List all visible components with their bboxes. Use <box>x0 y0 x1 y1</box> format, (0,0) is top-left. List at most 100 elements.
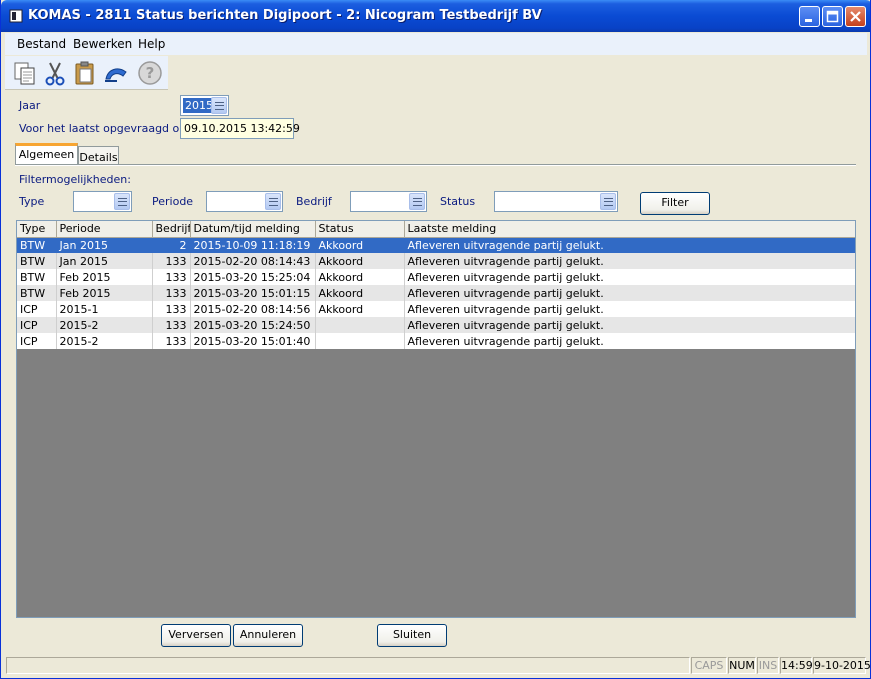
copy-icon <box>14 62 35 85</box>
maximize-icon <box>826 10 839 23</box>
menu-bewerken[interactable]: Bewerken <box>73 37 132 51</box>
paste-icon <box>75 61 94 85</box>
close-icon <box>850 11 861 22</box>
copy-button[interactable] <box>11 59 39 87</box>
cell-laatste-melding: Afleveren uitvragende partij gelukt. <box>404 253 855 269</box>
menu-bar: Bestand Bewerken Help <box>5 33 867 55</box>
filter-bedrijf-dropdown-button[interactable] <box>409 193 425 210</box>
cell-periode: Feb 2015 <box>56 269 153 285</box>
cell-status: Akkoord <box>315 253 405 269</box>
paste-button[interactable] <box>71 59 99 87</box>
table-row[interactable]: ICP 2015-2 133 2015-03-20 15:24:50 Aflev… <box>17 317 855 333</box>
cell-periode: 2015-2 <box>56 317 153 333</box>
minimize-button[interactable] <box>799 6 820 27</box>
table-row[interactable]: BTW Feb 2015 133 2015-03-20 15:25:04 Akk… <box>17 269 855 285</box>
cell-status: Akkoord <box>315 269 405 285</box>
laatst-opgevraagd-value: 09.10.2015 13:42:59 <box>184 122 300 135</box>
title-bar[interactable]: KOMAS - 2811 Status berichten Digipoort … <box>1 0 870 32</box>
cell-laatste-melding: Afleveren uitvragende partij gelukt. <box>404 317 855 333</box>
column-header-bedrijf[interactable]: Bedrijf <box>152 221 191 238</box>
column-header-type[interactable]: Type <box>17 221 57 238</box>
status-bar: CAPS NUM INS 14:59 9-10-2015 <box>5 655 870 675</box>
cell-type: BTW <box>17 269 57 285</box>
cell-laatste-melding: Afleveren uitvragende partij gelukt. <box>404 285 855 301</box>
help-button[interactable]: ? <box>136 59 164 87</box>
jaar-dropdown-button[interactable] <box>211 97 227 114</box>
annuleren-button[interactable]: Annuleren <box>233 624 303 647</box>
cell-periode: Jan 2015 <box>56 253 153 269</box>
filter-status-label: Status <box>440 195 476 208</box>
cut-button[interactable] <box>41 59 69 87</box>
filter-button[interactable]: Filter <box>640 192 710 215</box>
cell-periode: Jan 2015 <box>56 237 153 253</box>
table-row[interactable]: BTW Feb 2015 133 2015-03-20 15:01:15 Akk… <box>17 285 855 301</box>
column-header-laatste-melding[interactable]: Laatste melding <box>404 221 855 238</box>
cell-bedrijf: 133 <box>152 301 191 317</box>
table-row[interactable]: ICP 2015-2 133 2015-03-20 15:01:40 Aflev… <box>17 333 855 349</box>
tab-details[interactable]: Details <box>78 146 119 164</box>
help-icon: ? <box>138 61 162 85</box>
list-icon <box>604 198 613 206</box>
tab-divider <box>15 164 856 166</box>
close-button[interactable] <box>845 6 866 27</box>
filter-type-label: Type <box>19 195 45 208</box>
maximize-button[interactable] <box>822 6 843 27</box>
verversen-button[interactable]: Verversen <box>161 624 231 647</box>
filter-periode-label: Periode <box>152 195 194 208</box>
status-caps: CAPS <box>691 657 727 674</box>
window-title: KOMAS - 2811 Status berichten Digipoort … <box>28 8 542 23</box>
app-icon <box>9 9 23 23</box>
cell-laatste-melding: Afleveren uitvragende partij gelukt. <box>404 333 855 349</box>
status-num: NUM <box>728 657 756 674</box>
menu-bestand[interactable]: Bestand <box>17 37 66 51</box>
cell-type: BTW <box>17 237 57 253</box>
laatst-opgevraagd-label: Voor het laatst opgevraagd op <box>19 122 187 135</box>
filter-periode-dropdown-button[interactable] <box>265 193 281 210</box>
cell-bedrijf: 133 <box>152 269 191 285</box>
filter-type-dropdown-button[interactable] <box>114 193 130 210</box>
column-header-status[interactable]: Status <box>315 221 405 238</box>
cell-laatste-melding: Afleveren uitvragende partij gelukt. <box>404 237 855 253</box>
cell-status: Akkoord <box>315 285 405 301</box>
jaar-combo[interactable]: 2015 <box>180 95 229 116</box>
cell-datum: 2015-03-20 15:24:50 <box>190 317 316 333</box>
table-header-row: Type Periode Bedrijf Datum/tijd melding … <box>17 221 855 238</box>
tab-algemeen[interactable]: Algemeen <box>15 143 78 166</box>
cell-datum: 2015-03-20 15:01:40 <box>190 333 316 349</box>
status-ins: INS <box>757 657 779 674</box>
cell-type: ICP <box>17 333 57 349</box>
table-row[interactable]: BTW Jan 2015 133 2015-02-20 08:14:43 Akk… <box>17 253 855 269</box>
main-window: KOMAS - 2811 Status berichten Digipoort … <box>0 0 871 679</box>
column-header-periode[interactable]: Periode <box>56 221 153 238</box>
table-row[interactable]: ICP 2015-1 133 2015-02-20 08:14:56 Akkoo… <box>17 301 855 317</box>
cell-periode: 2015-2 <box>56 333 153 349</box>
status-table: Type Periode Bedrijf Datum/tijd melding … <box>17 221 855 349</box>
cell-bedrijf: 133 <box>152 253 191 269</box>
cell-periode: Feb 2015 <box>56 285 153 301</box>
cell-status <box>315 317 405 333</box>
cell-status: Akkoord <box>315 237 405 253</box>
cell-bedrijf: 2 <box>152 237 191 253</box>
sluiten-button[interactable]: Sluiten <box>377 624 447 647</box>
cell-laatste-melding: Afleveren uitvragende partij gelukt. <box>404 301 855 317</box>
cell-bedrijf: 133 <box>152 285 191 301</box>
list-icon <box>118 198 127 206</box>
filter-bedrijf-combo[interactable] <box>350 191 427 212</box>
filter-periode-combo[interactable] <box>206 191 283 212</box>
cell-laatste-melding: Afleveren uitvragende partij gelukt. <box>404 269 855 285</box>
status-grid[interactable]: Type Periode Bedrijf Datum/tijd melding … <box>16 220 856 618</box>
cell-datum: 2015-02-20 08:14:56 <box>190 301 316 317</box>
cell-status: Akkoord <box>315 301 405 317</box>
cell-bedrijf: 133 <box>152 333 191 349</box>
filter-type-combo[interactable] <box>73 191 132 212</box>
undo-button[interactable] <box>102 59 130 87</box>
cell-type: ICP <box>17 317 57 333</box>
svg-text:?: ? <box>146 64 155 82</box>
menu-help[interactable]: Help <box>138 37 165 51</box>
filter-status-combo[interactable] <box>494 191 618 212</box>
cell-bedrijf: 133 <box>152 317 191 333</box>
filter-status-dropdown-button[interactable] <box>600 193 616 210</box>
column-header-datum[interactable]: Datum/tijd melding <box>190 221 316 238</box>
table-row[interactable]: BTW Jan 2015 2 2015-10-09 11:18:19 Akkoo… <box>17 237 855 253</box>
minimize-icon <box>805 19 812 22</box>
